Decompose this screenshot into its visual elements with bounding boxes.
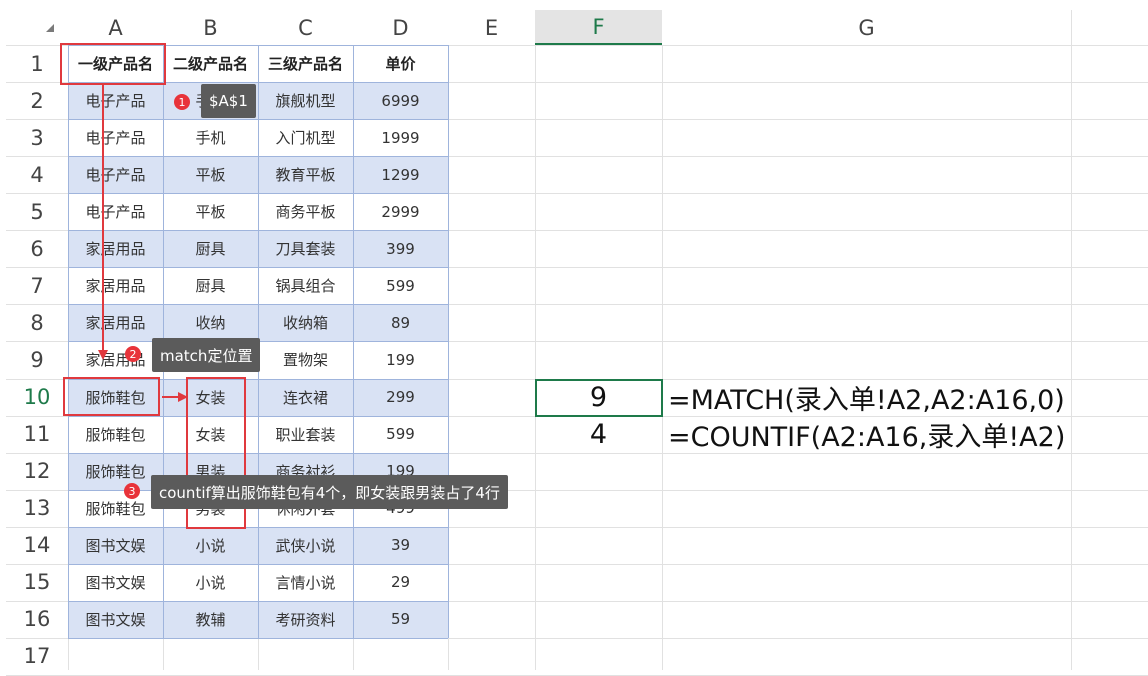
table-cell[interactable]: 2999	[353, 193, 448, 230]
table-cell[interactable]: 39	[353, 527, 448, 564]
table-cell[interactable]: 小说	[163, 527, 258, 564]
formula-text: =COUNTIF(A2:A16,录入单!A2)	[668, 421, 1066, 453]
table-cell[interactable]: 服饰鞋包	[68, 416, 163, 453]
row-header-8[interactable]: 8	[6, 304, 68, 341]
row-header-6[interactable]: 6	[6, 230, 68, 267]
table-cell[interactable]: 教辅	[163, 601, 258, 638]
table-cell[interactable]: 399	[353, 230, 448, 267]
row-header-5[interactable]: 5	[6, 193, 68, 230]
table-cell[interactable]: 平板	[163, 193, 258, 230]
table-cell[interactable]: 图书文娱	[68, 564, 163, 601]
row-header-4[interactable]: 4	[6, 156, 68, 193]
result-value[interactable]: 4	[535, 416, 662, 453]
row-header-10[interactable]: 10	[6, 379, 68, 416]
annotation-number-badge: 3	[124, 483, 140, 499]
row-header-12[interactable]: 12	[6, 453, 68, 490]
row-header-1[interactable]: 1	[6, 45, 68, 82]
table-cell[interactable]: 599	[353, 267, 448, 304]
column-header-a[interactable]: A	[68, 10, 163, 45]
table-cell[interactable]: 29	[353, 564, 448, 601]
column-header-g[interactable]: G	[662, 10, 1071, 45]
row-header-14[interactable]: 14	[6, 527, 68, 564]
table-cell[interactable]: 电子产品	[68, 156, 163, 193]
column-header-c[interactable]: C	[258, 10, 353, 45]
table-cell[interactable]: 6999	[353, 82, 448, 119]
column-header-f[interactable]: F	[535, 10, 662, 45]
annotation-number-badge: 2	[125, 346, 141, 362]
table-cell[interactable]: 厨具	[163, 267, 258, 304]
table-border	[68, 637, 448, 639]
table-cell[interactable]: 家居用品	[68, 304, 163, 341]
table-cell[interactable]: 电子产品	[68, 82, 163, 119]
table-cell[interactable]: 家居用品	[68, 230, 163, 267]
table-cell[interactable]: 服饰鞋包	[68, 453, 163, 490]
row-header-17[interactable]: 17	[6, 638, 68, 675]
row-header-2[interactable]: 2	[6, 82, 68, 119]
table-cell[interactable]: 连衣裙	[258, 379, 353, 416]
column-header-b[interactable]: B	[163, 10, 258, 45]
table-cell[interactable]: 武侠小说	[258, 527, 353, 564]
column-header-d[interactable]: D	[353, 10, 448, 45]
table-cell[interactable]: 入门机型	[258, 119, 353, 156]
table-cell[interactable]: 言情小说	[258, 564, 353, 601]
row-header-13[interactable]: 13	[6, 490, 68, 527]
table-cell[interactable]: 小说	[163, 564, 258, 601]
table-cell[interactable]: 置物架	[258, 341, 353, 378]
table-header-cell[interactable]: 三级产品名	[258, 45, 353, 82]
row-header-3[interactable]: 3	[6, 119, 68, 156]
table-cell[interactable]: 59	[353, 601, 448, 638]
table-cell[interactable]: 厨具	[163, 230, 258, 267]
table-cell[interactable]: 收纳	[163, 304, 258, 341]
table-cell[interactable]: 电子产品	[68, 119, 163, 156]
table-border	[448, 45, 449, 638]
formula-text: =MATCH(录入单!A2,A2:A16,0)	[668, 384, 1065, 416]
table-cell[interactable]: 图书文娱	[68, 601, 163, 638]
table-cell[interactable]: 1299	[353, 156, 448, 193]
active-cell-outline	[535, 378, 663, 417]
row-header-7[interactable]: 7	[6, 267, 68, 304]
table-cell[interactable]: 平板	[163, 156, 258, 193]
gridline	[662, 10, 663, 670]
row-header-11[interactable]: 11	[6, 416, 68, 453]
table-cell[interactable]: 服饰鞋包	[68, 490, 163, 527]
table-header-cell[interactable]: 单价	[353, 45, 448, 82]
select-all-corner[interactable]	[6, 10, 68, 45]
annotation-tooltip: $A$1	[201, 84, 256, 118]
table-cell[interactable]: 599	[353, 416, 448, 453]
table-cell[interactable]: 电子产品	[68, 193, 163, 230]
table-cell[interactable]: 家居用品	[68, 267, 163, 304]
table-cell[interactable]: 收纳箱	[258, 304, 353, 341]
table-cell[interactable]: 89	[353, 304, 448, 341]
table-header-cell[interactable]: 二级产品名	[163, 45, 258, 82]
row-header-9[interactable]: 9	[6, 341, 68, 378]
table-cell[interactable]: 刀具套装	[258, 230, 353, 267]
table-cell[interactable]: 锅具组合	[258, 267, 353, 304]
gridline	[535, 10, 536, 670]
table-cell[interactable]: 199	[353, 341, 448, 378]
row-header-16[interactable]: 16	[6, 601, 68, 638]
row-header-15[interactable]: 15	[6, 564, 68, 601]
table-cell[interactable]: 1999	[353, 119, 448, 156]
table-cell[interactable]: 考研资料	[258, 601, 353, 638]
annotation-number-badge: 1	[174, 94, 190, 110]
table-cell[interactable]: 图书文娱	[68, 527, 163, 564]
column-header-e[interactable]: E	[448, 10, 535, 45]
table-cell[interactable]: 旗舰机型	[258, 82, 353, 119]
annotation-tooltip: match定位置	[152, 338, 261, 372]
table-cell[interactable]: 职业套装	[258, 416, 353, 453]
annotation-tooltip: countif算出服饰鞋包有4个，即女装跟男装占了4行	[151, 475, 508, 509]
highlight-box	[63, 377, 160, 416]
gridline	[1071, 10, 1072, 670]
highlight-box	[60, 43, 166, 85]
table-cell[interactable]: 家居用品	[68, 341, 163, 378]
table-cell[interactable]: 手机	[163, 119, 258, 156]
spreadsheet[interactable]: A B C D E F G 1 2 3 4 5 6 7 8 9 10 11 12 13 14 15 16 17 一级产品名 二级产…	[0, 0, 1148, 676]
table-cell[interactable]: 教育平板	[258, 156, 353, 193]
table-cell[interactable]: 商务平板	[258, 193, 353, 230]
table-cell[interactable]: 299	[353, 379, 448, 416]
